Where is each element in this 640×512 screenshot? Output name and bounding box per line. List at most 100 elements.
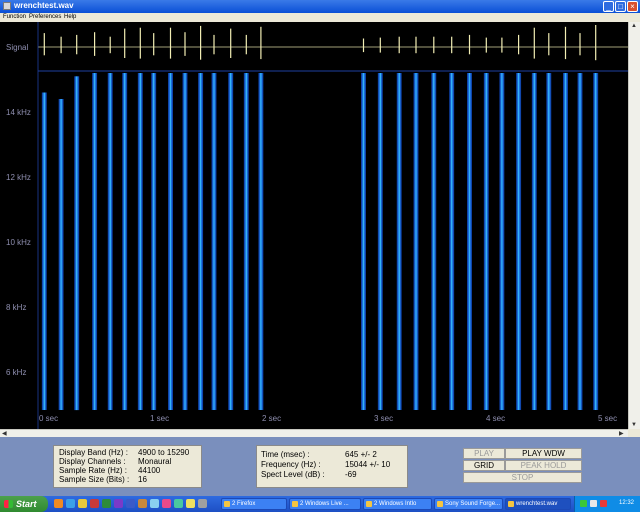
spectral-band: [137, 73, 143, 410]
task-wrenchtest-label: wrenchtest.wav: [516, 501, 558, 507]
scroll-down-arrow-icon[interactable]: ▼: [631, 422, 637, 428]
time-label: Time (msec) :: [261, 450, 310, 459]
spectral-band: [377, 73, 383, 410]
system-tray: 12:32: [574, 496, 640, 512]
signal-waveform: [43, 25, 597, 61]
spectral-band: [577, 73, 583, 410]
taskbar: Start 2 Firefox 2 Windows Live ... 2 Win…: [0, 496, 640, 512]
spectral-band: [413, 73, 419, 410]
freq-label-14khz: 14 kHz: [6, 108, 31, 117]
quicklaunch-firefox-icon[interactable]: [54, 499, 63, 508]
time-label-0: 0 sec: [39, 414, 58, 423]
spectral-band: [168, 73, 173, 410]
task-windows-intlo[interactable]: 2 Windows Intlo: [363, 498, 432, 510]
close-button[interactable]: ×: [627, 1, 638, 12]
spectral-band: [593, 73, 599, 410]
display-channels-label: Display Channels :: [59, 457, 126, 466]
spectral-band: [431, 73, 437, 410]
signal-label: Signal: [6, 43, 28, 52]
freq-label-10khz: 10 kHz: [6, 238, 31, 247]
scroll-right-arrow-icon[interactable]: ▶: [619, 430, 624, 437]
quicklaunch-misc4-icon[interactable]: [198, 499, 207, 508]
quicklaunch-misc3-icon[interactable]: [186, 499, 195, 508]
spectral-band: [449, 73, 455, 410]
spectral-band: [228, 73, 234, 410]
start-button[interactable]: Start: [0, 496, 48, 512]
folder-task-icon: [366, 501, 372, 507]
menu-bar: Function Preferences Help: [0, 13, 640, 22]
app-icon: [3, 2, 11, 10]
minimize-button[interactable]: _: [603, 1, 614, 12]
tray-network-icon[interactable]: [580, 500, 587, 507]
quicklaunch-media-icon[interactable]: [90, 499, 99, 508]
task-firefox[interactable]: 2 Firefox: [221, 498, 287, 510]
spect-level-value: -69: [345, 470, 357, 479]
tray-volume-icon[interactable]: [590, 500, 597, 507]
cursor-info-panel: Time (msec) : 645 +/- 2 Frequency (Hz) :…: [256, 445, 408, 488]
quicklaunch-excel-icon[interactable]: [102, 499, 111, 508]
menu-preferences[interactable]: Preferences: [29, 14, 61, 20]
menu-help[interactable]: Help: [64, 14, 76, 20]
scroll-left-arrow-icon[interactable]: ◀: [2, 430, 7, 437]
spectrogram-bands: [41, 73, 599, 411]
play-button[interactable]: PLAY: [463, 448, 505, 459]
task-sound-forge[interactable]: Sony Sound Forge...: [434, 498, 503, 510]
spectral-band: [92, 73, 98, 410]
scroll-corner: [628, 429, 640, 437]
spectral-band: [258, 73, 264, 410]
spectral-band: [41, 92, 47, 410]
spectral-band: [182, 73, 188, 410]
task-windows-live-label: 2 Windows Live ...: [300, 501, 349, 507]
task-windows-live[interactable]: 2 Windows Live ...: [289, 498, 361, 510]
display-channels-value: Monaural: [138, 457, 172, 466]
spectral-band: [107, 73, 113, 410]
clock: 12:32: [618, 500, 634, 506]
quicklaunch-misc2-icon[interactable]: [174, 499, 183, 508]
quicklaunch-desktop-icon[interactable]: [150, 499, 159, 508]
maximize-button[interactable]: □: [615, 1, 626, 12]
scroll-up-arrow-icon[interactable]: ▲: [631, 23, 637, 29]
spectral-band: [516, 73, 522, 410]
play-window-button[interactable]: PLAY WDW: [505, 448, 582, 459]
spectral-band: [531, 73, 537, 410]
quicklaunch-tool-icon[interactable]: [138, 499, 147, 508]
stop-button[interactable]: STOP: [463, 472, 582, 483]
quicklaunch-ie-icon[interactable]: [66, 499, 75, 508]
sample-size-value: 16: [138, 475, 147, 484]
status-area: Display Band (Hz) : 4900 to 15290 Displa…: [0, 437, 640, 496]
spectral-band: [396, 73, 402, 410]
spectral-band: [151, 73, 157, 410]
display-info-panel: Display Band (Hz) : 4900 to 15290 Displa…: [53, 445, 202, 488]
spectrogram-svg: Signal 14 kHz 12 kHz 10 kHz 8 kHz 6 kHz …: [6, 22, 628, 429]
title-bar[interactable]: wrenchtest.wav _ □ ×: [0, 0, 640, 13]
spectral-band: [361, 73, 366, 410]
tray-antivirus-icon[interactable]: [600, 500, 607, 507]
time-label-1: 1 sec: [150, 414, 169, 423]
spectral-band: [563, 73, 568, 410]
sample-rate-label: Sample Rate (Hz) :: [59, 466, 128, 475]
menu-function[interactable]: Function: [3, 14, 26, 20]
grid-button[interactable]: GRID: [463, 460, 505, 471]
spectral-band: [198, 73, 204, 410]
spectral-band: [211, 73, 217, 410]
display-band-value: 4900 to 15290: [138, 448, 190, 457]
quicklaunch-word-icon[interactable]: [126, 499, 135, 508]
time-label-5: 5 sec: [598, 414, 617, 423]
peak-hold-button[interactable]: PEAK HOLD: [505, 460, 582, 471]
time-label-2: 2 sec: [262, 414, 281, 423]
frequency-value: 15044 +/- 10: [345, 460, 391, 469]
horizontal-scrollbar[interactable]: ◀ ▶: [0, 429, 628, 437]
vertical-scrollbar[interactable]: ▲ ▼: [628, 22, 640, 429]
freq-label-12khz: 12 kHz: [6, 173, 31, 182]
task-wrenchtest[interactable]: wrenchtest.wav: [505, 498, 571, 510]
spectrogram-plot[interactable]: Signal 14 kHz 12 kHz 10 kHz 8 kHz 6 kHz …: [0, 22, 628, 429]
wrenchtest-task-icon: [508, 501, 514, 507]
firefox-task-icon: [224, 501, 230, 507]
task-sound-forge-label: Sony Sound Forge...: [445, 501, 501, 507]
quicklaunch-app-icon[interactable]: [114, 499, 123, 508]
quicklaunch-folder-icon[interactable]: [78, 499, 87, 508]
quicklaunch-misc-icon[interactable]: [162, 499, 171, 508]
sample-rate-value: 44100: [138, 466, 161, 475]
spectral-band: [483, 73, 489, 410]
task-firefox-label: 2 Firefox: [232, 501, 256, 507]
